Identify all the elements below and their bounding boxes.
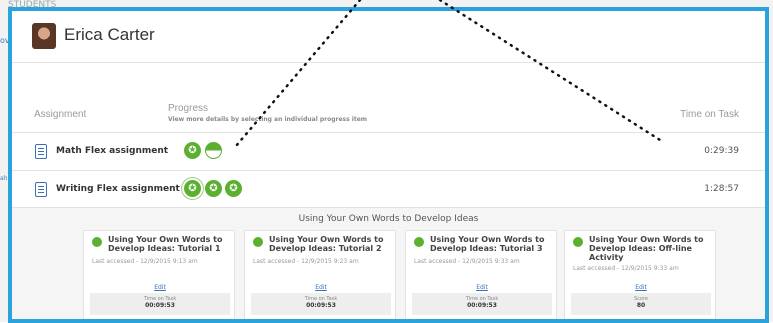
callout-line — [234, 0, 362, 148]
annotation-callout-lines — [234, 0, 662, 148]
callout-line — [438, 0, 662, 142]
